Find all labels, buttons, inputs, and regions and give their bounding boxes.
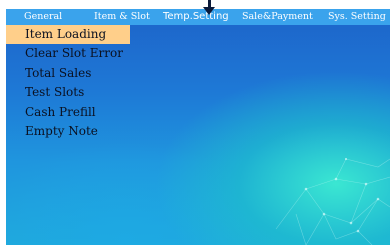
tab-item-slot[interactable]: Item & Slot [94, 9, 150, 25]
menu-bar: General Item & Slot Temp.Setting Sale&Pa… [6, 9, 390, 25]
menu-item-cash-prefill[interactable]: Cash Prefill [6, 103, 146, 123]
tab-general[interactable]: General [24, 9, 62, 25]
menu-item-test-slots[interactable]: Test Slots [6, 83, 146, 103]
menu-item-clear-slot-error[interactable]: Clear Slot Error [6, 44, 146, 64]
tab-sys-setting[interactable]: Sys. Setting [328, 9, 386, 25]
menu-item-item-loading[interactable]: Item Loading [6, 25, 130, 44]
main-panel: General Item & Slot Temp.Setting Sale&Pa… [6, 9, 390, 245]
tab-sale-payment[interactable]: Sale&Payment [242, 9, 313, 25]
tab-temp-setting[interactable]: Temp.Setting [163, 9, 229, 25]
menu-item-empty-note[interactable]: Empty Note [6, 122, 146, 142]
general-dropdown-menu: Item Loading Clear Slot Error Total Sale… [6, 25, 146, 142]
menu-item-total-sales[interactable]: Total Sales [6, 64, 146, 84]
screen: General Item & Slot Temp.Setting Sale&Pa… [0, 0, 391, 248]
arrow-down-icon [203, 7, 215, 15]
